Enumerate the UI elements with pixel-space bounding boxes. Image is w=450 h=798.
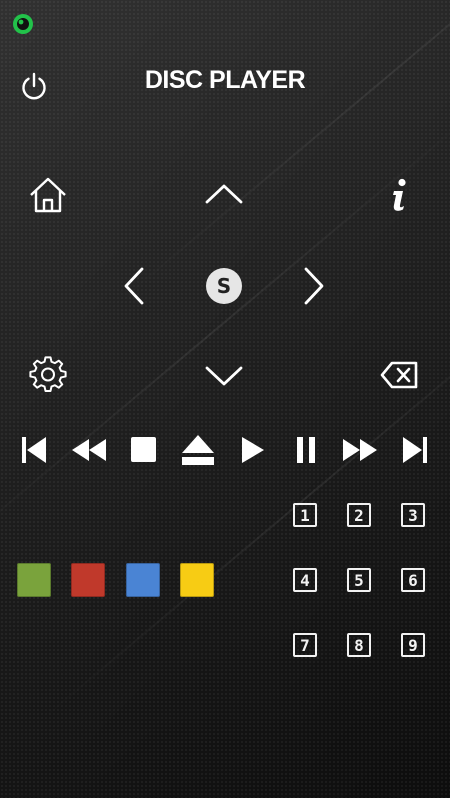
right-button[interactable] (300, 265, 330, 307)
rewind-button[interactable] (71, 437, 107, 463)
ok-button[interactable]: S (206, 268, 242, 304)
settings-button[interactable] (29, 356, 67, 394)
skip-previous-button[interactable] (21, 435, 47, 465)
down-button[interactable] (203, 362, 245, 390)
skip-previous-icon (21, 435, 47, 465)
chevron-down-icon (203, 362, 245, 390)
skip-next-icon (402, 435, 428, 465)
gear-icon (29, 356, 67, 394)
blue-key-button[interactable] (126, 563, 160, 597)
chevron-right-icon (300, 265, 330, 307)
skip-next-button[interactable] (402, 435, 428, 465)
pause-icon (295, 437, 317, 463)
eject-button[interactable] (181, 434, 215, 466)
eye-status-icon (12, 13, 34, 35)
play-icon (240, 436, 266, 464)
stop-button[interactable] (131, 437, 157, 463)
info-icon (388, 178, 412, 212)
home-icon (28, 176, 68, 214)
digit-7-button[interactable]: 7 (293, 633, 317, 657)
left-button[interactable] (118, 265, 148, 307)
info-button[interactable] (388, 178, 412, 212)
digit-4-button[interactable]: 4 (293, 568, 317, 592)
backspace-icon (380, 360, 420, 390)
digit-8-button[interactable]: 8 (347, 633, 371, 657)
page-title: DISC PLAYER (144, 66, 306, 94)
up-button[interactable] (203, 180, 245, 208)
rewind-icon (71, 437, 107, 463)
green-key-button[interactable] (17, 563, 51, 597)
backspace-button[interactable] (380, 360, 420, 390)
chevron-up-icon (203, 180, 245, 208)
digit-6-button[interactable]: 6 (401, 568, 425, 592)
digit-1-button[interactable]: 1 (293, 503, 317, 527)
red-key-button[interactable] (71, 563, 105, 597)
digit-2-button[interactable]: 2 (347, 503, 371, 527)
pause-button[interactable] (295, 437, 317, 463)
digit-9-button[interactable]: 9 (401, 633, 425, 657)
fast-forward-button[interactable] (342, 437, 378, 463)
chevron-left-icon (118, 265, 148, 307)
fast-forward-icon (342, 437, 378, 463)
stop-icon (131, 437, 157, 463)
home-button[interactable] (28, 176, 68, 214)
digit-5-button[interactable]: 5 (347, 568, 371, 592)
play-button[interactable] (240, 436, 266, 464)
eject-icon (181, 434, 215, 466)
yellow-key-button[interactable] (180, 563, 214, 597)
digit-3-button[interactable]: 3 (401, 503, 425, 527)
